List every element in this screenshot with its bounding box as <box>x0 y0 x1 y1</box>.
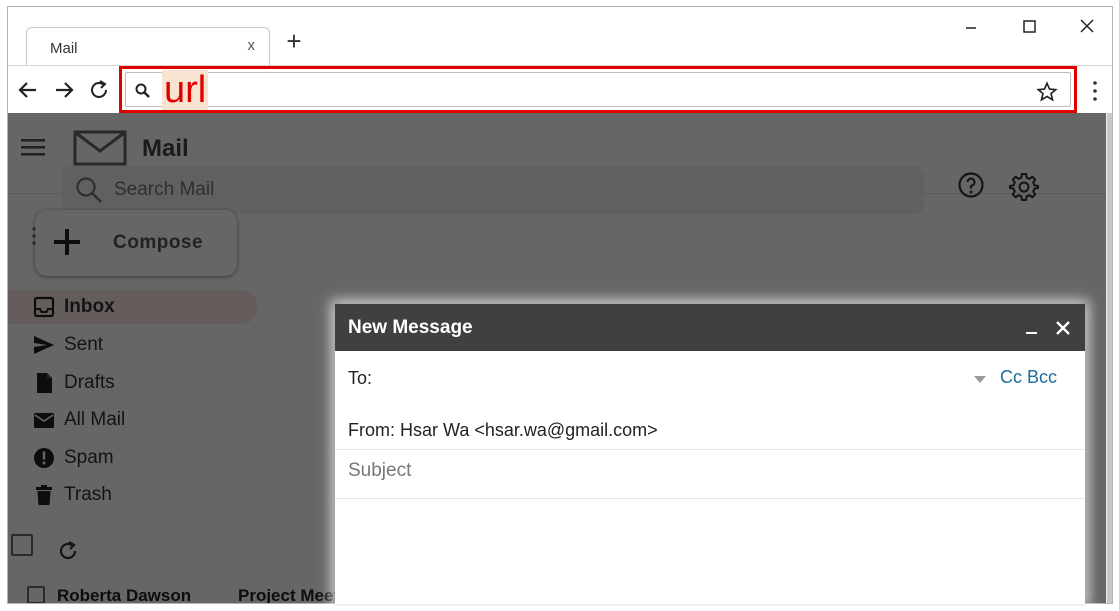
plus-icon <box>54 229 80 255</box>
drag-handle-icon <box>32 227 36 245</box>
divider <box>335 498 1085 499</box>
mail-search-bar[interactable] <box>62 166 924 214</box>
sidebar-item-label: All Mail <box>64 409 126 430</box>
divider <box>335 449 1085 450</box>
address-bar[interactable]: url <box>125 70 1071 110</box>
to-field[interactable] <box>383 362 963 394</box>
minimize-icon[interactable] <box>1023 317 1041 337</box>
back-arrow-icon[interactable] <box>16 78 40 102</box>
sidebar-item-all-mail[interactable]: All Mail <box>8 403 258 437</box>
compose-label: Compose <box>113 232 204 253</box>
mail-logo-icon <box>73 130 127 166</box>
url-input[interactable] <box>162 75 1022 105</box>
chevron-down-icon[interactable] <box>973 374 987 384</box>
title-bar: Mail x + <box>8 7 1112 65</box>
sidebar-item-label: Inbox <box>64 296 115 317</box>
help-icon[interactable] <box>957 171 985 199</box>
tab-close-button[interactable]: x <box>248 37 256 54</box>
inbox-icon <box>33 296 55 318</box>
send-icon <box>34 336 54 354</box>
search-icon <box>76 177 102 203</box>
row-checkbox[interactable] <box>27 586 45 603</box>
tab-title: Mail <box>50 40 78 57</box>
sidebar-item-inbox[interactable]: Inbox <box>8 290 258 324</box>
forward-arrow-icon[interactable] <box>52 78 76 102</box>
bookmark-star-icon[interactable] <box>1036 81 1058 103</box>
sidebar-item-label: Sent <box>64 334 104 355</box>
to-label: To: <box>348 368 373 388</box>
scrollbar-thumb[interactable] <box>1107 113 1112 603</box>
dialog-header: New Message <box>335 304 1085 351</box>
sidebar-item-trash[interactable]: Trash <box>8 478 258 512</box>
mail-search-input[interactable] <box>114 176 514 204</box>
draft-icon <box>37 373 52 393</box>
hamburger-menu-icon[interactable] <box>21 137 45 157</box>
app-name: Mail <box>142 135 189 162</box>
maximize-window-button[interactable] <box>1014 15 1044 39</box>
spam-icon <box>34 448 54 468</box>
gear-icon[interactable] <box>1009 171 1039 201</box>
close-icon[interactable] <box>1053 318 1073 338</box>
sidebar-item-sent[interactable]: Sent <box>8 328 258 362</box>
browser-toolbar: url <box>8 65 1112 113</box>
browser-tab[interactable]: Mail x <box>26 27 270 65</box>
select-all-checkbox[interactable] <box>11 534 33 556</box>
mail-icon <box>34 413 54 428</box>
sidebar-item-label: Drafts <box>64 372 115 393</box>
reload-icon[interactable] <box>87 78 111 102</box>
sidebar-item-drafts[interactable]: Drafts <box>8 366 258 400</box>
page-scrollbar[interactable] <box>1106 113 1112 603</box>
refresh-icon[interactable] <box>57 540 79 562</box>
close-window-button[interactable] <box>1072 15 1102 39</box>
compose-button[interactable]: Compose <box>32 210 237 276</box>
sidebar-item-spam[interactable]: Spam <box>8 441 258 475</box>
trash-icon <box>36 485 52 505</box>
address-bar-highlight: url <box>119 66 1077 113</box>
cc-bcc-link[interactable]: Cc Bcc <box>1000 367 1057 388</box>
subject-field[interactable] <box>348 454 1048 488</box>
row-sender: Roberta Dawson <box>57 586 192 604</box>
minimize-window-button[interactable] <box>956 15 986 39</box>
compose-dialog: New Message To: Cc Bcc From: Hsar Wa <hs… <box>335 304 1085 604</box>
message-body-field[interactable] <box>348 500 1068 600</box>
sidebar-item-label: Trash <box>64 484 112 505</box>
from-field: From: Hsar Wa <hsar.wa@gmail.com> <box>348 420 658 440</box>
browser-menu-icon[interactable] <box>1090 80 1100 102</box>
new-tab-button[interactable]: + <box>282 28 306 54</box>
search-icon <box>135 83 150 98</box>
sidebar-item-label: Spam <box>64 447 114 468</box>
dialog-title: New Message <box>348 317 473 338</box>
